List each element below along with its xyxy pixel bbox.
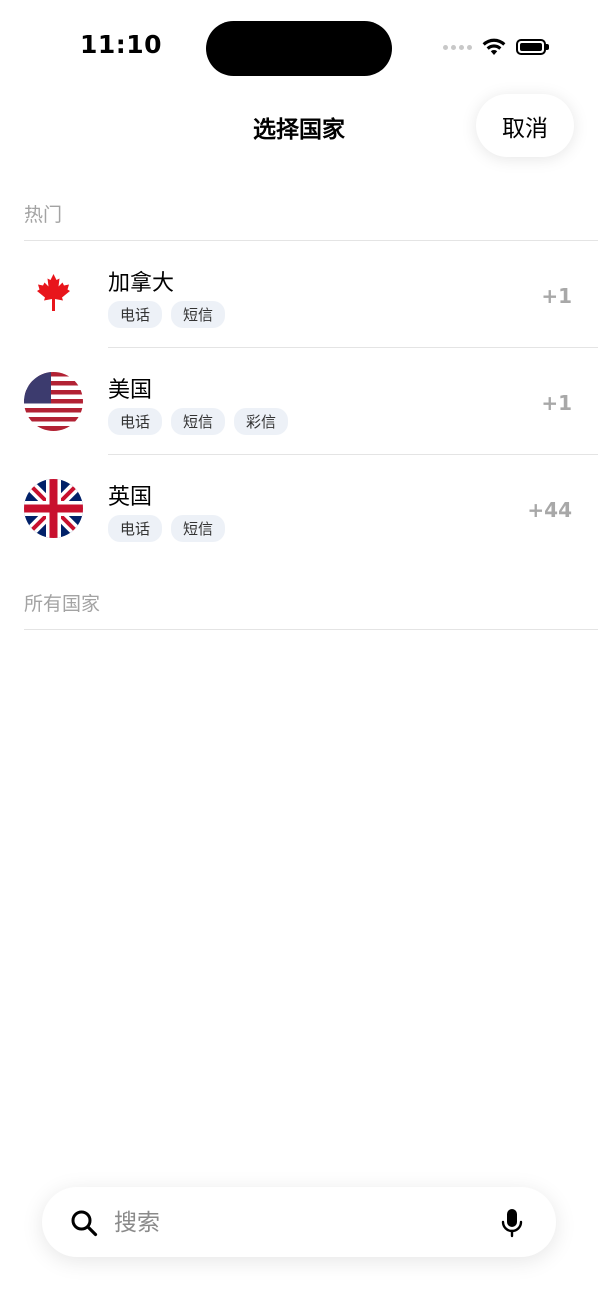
battery-icon xyxy=(516,39,549,55)
wifi-icon xyxy=(482,38,506,55)
tag-sms: 短信 xyxy=(171,408,226,435)
country-name: 美国 xyxy=(108,378,153,403)
uk-flag-icon xyxy=(24,479,83,538)
tag-call: 电话 xyxy=(108,515,163,542)
tag-call: 电话 xyxy=(108,301,163,328)
dial-code: +1 xyxy=(541,284,572,308)
tag-mms: 彩信 xyxy=(234,408,289,435)
microphone-icon[interactable] xyxy=(500,1208,524,1238)
search-bar[interactable] xyxy=(42,1187,556,1257)
signal-icon xyxy=(443,44,472,50)
search-input[interactable] xyxy=(112,1201,476,1245)
country-picker-screen: 11:10 选择国家 取消 热门 加拿大 电话 短信 +1 美国 电话 短信 彩… xyxy=(0,0,598,1300)
tag-sms: 短信 xyxy=(171,515,226,542)
dial-code: +44 xyxy=(527,498,572,522)
country-row-canada[interactable]: 加拿大 电话 短信 +1 xyxy=(0,241,598,347)
capability-tags: 电话 短信 xyxy=(108,515,226,542)
usa-flag-icon xyxy=(24,372,83,431)
tag-sms: 短信 xyxy=(171,301,226,328)
canada-flag-icon xyxy=(24,265,83,324)
capability-tags: 电话 短信 彩信 xyxy=(108,408,289,435)
dial-code: +1 xyxy=(541,391,572,415)
section-header-popular: 热门 xyxy=(24,204,63,226)
section-header-all: 所有国家 xyxy=(24,593,101,615)
status-icons xyxy=(443,38,549,56)
cancel-button[interactable]: 取消 xyxy=(476,94,574,157)
country-row-usa[interactable]: 美国 电话 短信 彩信 +1 xyxy=(0,348,598,454)
country-row-uk[interactable]: 英国 电话 短信 +44 xyxy=(0,455,598,561)
search-icon xyxy=(71,1210,98,1237)
country-name: 英国 xyxy=(108,485,153,510)
status-time: 11:10 xyxy=(80,30,163,59)
divider xyxy=(24,629,598,630)
dynamic-island xyxy=(206,21,392,76)
country-name: 加拿大 xyxy=(108,271,175,296)
capability-tags: 电话 短信 xyxy=(108,301,226,328)
tag-call: 电话 xyxy=(108,408,163,435)
